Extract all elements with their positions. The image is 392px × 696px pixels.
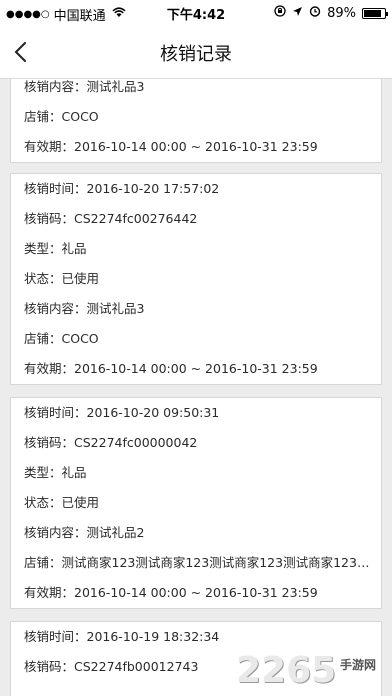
watermark-site: 手游网 xyxy=(340,658,377,672)
alarm-icon xyxy=(309,5,321,21)
record-validity: 有效期：2016-10-14 00:00 ~ 2016-10-31 23:59 xyxy=(24,585,318,600)
status-bar: ●●●●○ 中国联通 下午4:42 89% xyxy=(0,0,392,26)
record-time: 核销时间：2016-10-20 17:57:02 xyxy=(24,181,220,196)
record-validity: 有效期：2016-10-14 00:00 ~ 2016-10-31 23:59 xyxy=(24,139,318,154)
watermark-number: 2265 xyxy=(236,650,337,691)
record-status: 状态：已使用 xyxy=(24,495,100,510)
location-icon xyxy=(292,6,303,21)
battery-percent: 89% xyxy=(327,5,356,21)
rotation-lock-icon xyxy=(274,5,286,21)
record-store: 店铺：测试商家123测试商家123测试商家123测试商家123测试商家123 xyxy=(24,555,381,570)
record-card: 核销时间：2016-10-20 17:57:02 核销码：CS2274fc002… xyxy=(10,173,382,385)
record-time: 核销时间：2016-10-20 09:50:31 xyxy=(24,405,220,420)
page-title: 核销记录 xyxy=(160,44,232,65)
record-type: 类型：礼品 xyxy=(24,241,87,256)
nav-bar: 核销记录 xyxy=(0,26,392,79)
battery-icon xyxy=(362,7,388,19)
record-store: 店铺：COCO xyxy=(24,331,99,346)
record-card: 核销时间：2016-10-20 09:50:31 核销码：CS2274fc000… xyxy=(10,397,382,609)
record-code: 核销码：CS2274fc00000042 xyxy=(24,435,198,450)
record-code: 核销码：CS2274fc00276442 xyxy=(24,211,198,226)
record-card: 核销内容：测试礼品3 店铺：COCO 有效期：2016-10-14 00:00 … xyxy=(10,79,382,163)
record-content: 核销内容：测试礼品2 xyxy=(24,525,145,540)
record-validity: 有效期：2016-10-14 00:00 ~ 2016-10-31 23:59 xyxy=(24,361,318,376)
record-status: 状态：已使用 xyxy=(24,271,100,286)
record-time: 核销时间：2016-10-19 18:32:34 xyxy=(24,629,220,644)
watermark-logo: 2265 手游网 xyxy=(236,650,386,694)
record-content: 核销内容：测试礼品3 xyxy=(24,301,145,316)
record-type: 类型：礼品 xyxy=(24,465,87,480)
record-store: 店铺：COCO xyxy=(24,109,99,124)
record-list[interactable]: 核销内容：测试礼品3 店铺：COCO 有效期：2016-10-14 00:00 … xyxy=(0,79,392,696)
record-content: 核销内容：测试礼品3 xyxy=(24,79,145,94)
